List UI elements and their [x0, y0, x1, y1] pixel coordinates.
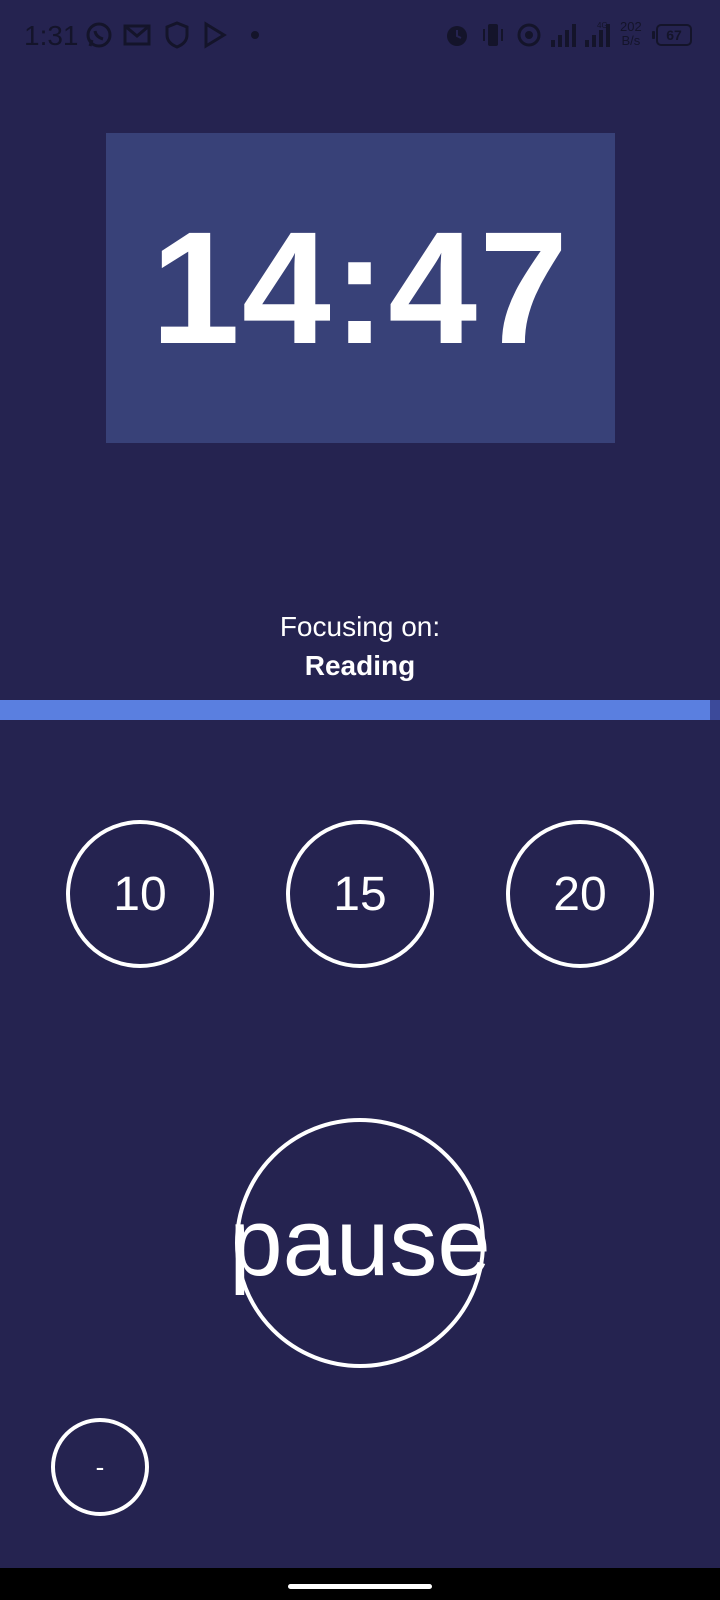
status-time: 1:31 [24, 20, 79, 51]
signal-icon [548, 20, 578, 50]
play-store-icon [200, 20, 230, 50]
status-bar: 1:31 4G 202 B/s 67 [0, 0, 720, 72]
net-speed: 202 B/s [620, 20, 642, 48]
hotspot-icon [514, 20, 544, 50]
preset-20-button[interactable]: 20 [506, 820, 654, 968]
minus-button[interactable]: - [51, 1418, 149, 1516]
battery-indicator: 67 [652, 24, 692, 46]
shield-icon [162, 20, 192, 50]
net-speed-value: 202 [620, 19, 642, 34]
timer-countdown: 14:47 [150, 198, 571, 377]
focus-timer-screen: 1:31 4G 202 B/s 67 14:47 Focusing on: Re… [0, 0, 720, 1600]
progress-fill [0, 700, 710, 720]
progress-bar [0, 700, 720, 720]
focus-label: Focusing on: [279, 611, 441, 642]
network-type: 4G [597, 21, 608, 30]
navigation-bar [0, 1568, 720, 1600]
signal-icon: 4G [582, 20, 612, 50]
net-speed-unit: B/s [621, 33, 641, 48]
preset-10-button[interactable]: 10 [66, 820, 214, 968]
focus-task: Reading [304, 650, 416, 681]
timer-display: 14:47 [106, 133, 615, 443]
whatsapp-icon [84, 20, 114, 50]
preset-15-button[interactable]: 15 [286, 820, 434, 968]
pause-button[interactable]: pause [229, 1118, 491, 1368]
vibrate-icon [478, 20, 508, 50]
home-indicator[interactable] [288, 1584, 432, 1589]
dot-icon [240, 20, 270, 50]
gmail-icon [122, 20, 152, 50]
alarm-icon [442, 20, 472, 50]
